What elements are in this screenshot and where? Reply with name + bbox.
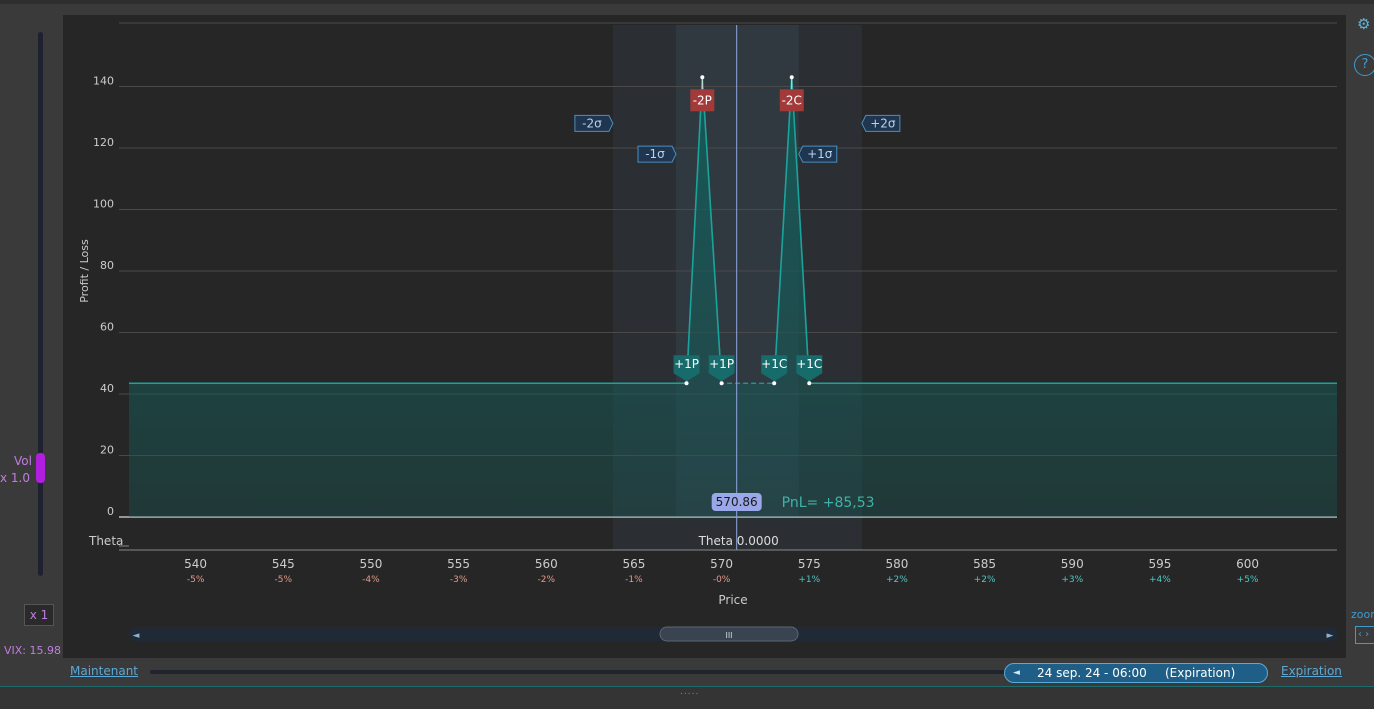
x-tick-label: 565 (622, 557, 645, 571)
sigma-label: -1σ (645, 147, 665, 161)
y-tick-label: 60 (100, 321, 114, 334)
x-tick-pct: -0% (713, 575, 731, 585)
x-tick-label: 590 (1061, 557, 1084, 571)
leg-label: +1C (796, 357, 822, 371)
timeline-date: 24 sep. 24 - 06:00 (1037, 666, 1147, 680)
leg-label: -2C (782, 93, 802, 107)
pnl-readout: PnL= +85,53 (782, 495, 875, 511)
x-tick-pct: +1% (798, 575, 820, 585)
leg-point (772, 381, 777, 386)
top-border (0, 0, 1374, 4)
leg-point (807, 381, 812, 386)
footer-resize-bar[interactable]: ..... (0, 686, 1374, 709)
leg-label: -2P (693, 93, 712, 107)
x-tick-pct: -2% (538, 575, 556, 585)
x-tick-label: 595 (1148, 557, 1171, 571)
y-tick-label: 140 (93, 75, 114, 88)
sigma-label: -2σ (582, 116, 602, 130)
vol-slider-handle[interactable] (36, 453, 45, 483)
leg-point (789, 75, 794, 80)
leg-label: +1C (761, 357, 787, 371)
scroll-right-icon[interactable]: ► (1327, 631, 1334, 641)
expiration-link[interactable]: Expiration (1281, 664, 1342, 678)
pnl-chart: 0 20 40 60 80 100 120 140 Theta Theta 0.0000 540 -5… (78, 22, 1338, 642)
sigma-label: +2σ (870, 116, 896, 130)
leg-label: +1P (709, 357, 734, 371)
timeline-expiration-tag: (Expiration) (1165, 666, 1236, 680)
left-panel: Vol x 1.0 x 1 VIX: 15.98 (0, 4, 62, 686)
vol-multiplier: x 1.0 (0, 471, 30, 485)
x-tick-pct: -5% (275, 575, 293, 585)
zoom-button[interactable]: ‹ › (1355, 626, 1374, 644)
x-tick-pct: +3% (1061, 575, 1083, 585)
current-price-value: 570.86 (716, 495, 758, 509)
y-tick-label: 0 (107, 505, 114, 518)
multiplier-button[interactable]: x 1 (24, 604, 54, 626)
left-arrow-icon[interactable]: ◄ (1013, 664, 1020, 682)
x-tick-pct: +2% (974, 575, 996, 585)
zoom-label: zoom (1351, 608, 1374, 621)
y-tick-label: 100 (93, 198, 114, 211)
right-panel: ⚙ ? zoom ‹ › (1347, 4, 1374, 686)
x-tick-pct: +4% (1149, 575, 1171, 585)
scroll-grip: III (725, 631, 732, 640)
x-tick-label: 550 (359, 557, 382, 571)
leg-point (684, 381, 689, 386)
y-tick-label: 40 (100, 382, 114, 395)
timeline-bar: Maintenant ◄ 24 sep. 24 - 06:00 (Expirat… (62, 660, 1347, 686)
timeline-handle[interactable]: ◄ 24 sep. 24 - 06:00 (Expiration) (1004, 663, 1268, 683)
timeline-track[interactable] (150, 670, 1050, 674)
x-tick-pct: -3% (450, 575, 468, 585)
x-tick-label: 585 (973, 557, 996, 571)
vol-slider-track[interactable] (38, 32, 43, 576)
scroll-left-icon[interactable]: ◄ (133, 631, 140, 641)
y-tick-label: 20 (100, 444, 114, 457)
x-tick-label: 570 (710, 557, 733, 571)
vol-label: Vol (14, 454, 32, 468)
theta-row-label: Theta (88, 534, 123, 548)
gear-icon[interactable]: ⚙ (1357, 16, 1373, 32)
x-tick-label: 545 (272, 557, 295, 571)
y-tick-label: 80 (100, 259, 114, 272)
x-tick-label: 575 (798, 557, 821, 571)
leg-point (719, 381, 724, 386)
x-tick-pct: +2% (886, 575, 908, 585)
sigma-label: +1σ (807, 147, 833, 161)
x-tick-label: 540 (184, 557, 207, 571)
pnl-chart-panel: 0 20 40 60 80 100 120 140 Theta Theta 0.0000 540 -5… (63, 15, 1346, 658)
vix-readout: VIX: 15.98 (4, 644, 61, 657)
x-axis-label: Price (718, 593, 747, 607)
leg-point (700, 75, 705, 80)
theta-value: Theta 0.0000 (698, 534, 779, 548)
x-tick-label: 580 (885, 557, 908, 571)
now-link[interactable]: Maintenant (70, 664, 138, 678)
x-tick-pct: -1% (625, 575, 643, 585)
x-tick-pct: +5% (1237, 575, 1259, 585)
leg-label: +1P (674, 357, 699, 371)
resize-grip-icon[interactable]: ..... (680, 687, 699, 697)
help-icon[interactable]: ? (1354, 54, 1374, 76)
x-tick-label: 560 (535, 557, 558, 571)
x-tick-label: 555 (447, 557, 470, 571)
x-tick-label: 600 (1236, 557, 1259, 571)
x-tick-pct: -5% (187, 575, 205, 585)
y-axis-label: Profit / Loss (78, 239, 91, 303)
x-tick-pct: -4% (362, 575, 380, 585)
y-tick-label: 120 (93, 136, 114, 149)
